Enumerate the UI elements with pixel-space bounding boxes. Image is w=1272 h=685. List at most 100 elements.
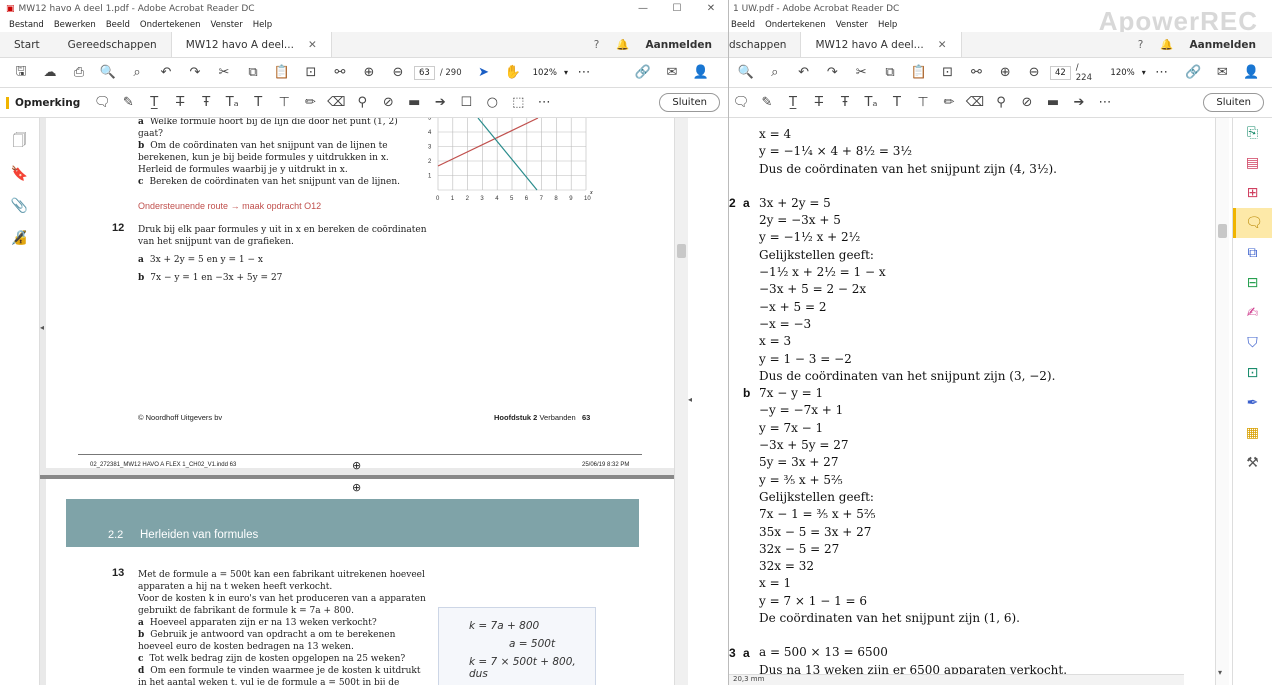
send-signature-icon[interactable]: ✒ <box>1233 388 1272 418</box>
maximize-icon[interactable]: ☐ <box>660 3 694 14</box>
signin-button[interactable]: Aanmelden <box>636 32 728 57</box>
menu-help[interactable]: Help <box>253 20 272 30</box>
zoom-dropdown-right[interactable]: 120% <box>1106 68 1138 78</box>
binoculars-icon[interactable]: ⚯ <box>327 61 353 85</box>
menu-beeld[interactable]: Beeld <box>106 20 130 30</box>
fill-sign-icon[interactable]: ✍ <box>1233 298 1272 328</box>
strikethrough-icon[interactable]: T̶ <box>168 92 192 114</box>
undo-icon-right[interactable]: ↶ <box>791 61 817 85</box>
scan-ocr-icon[interactable]: ⊡ <box>1233 358 1272 388</box>
page-down-icon-right[interactable]: ⊖ <box>1021 61 1047 85</box>
oval-icon[interactable]: ○ <box>480 92 504 114</box>
replace-text-icon-right[interactable]: Ŧ <box>833 92 857 114</box>
tab-tools[interactable]: Gereedschappen <box>54 32 171 57</box>
clipboard-icon-right[interactable]: 📋 <box>906 61 932 85</box>
find-doc-icon[interactable]: ⌕ <box>124 61 150 85</box>
more-comment-icon-right[interactable]: ⋯ <box>1093 92 1117 114</box>
left-scroll-thumb[interactable] <box>677 244 686 258</box>
close-comment-button-right[interactable]: Sluiten <box>1203 93 1264 112</box>
line-icon-right[interactable]: ▬ <box>1041 92 1065 114</box>
underline-text-icon-right[interactable]: T̲ <box>781 92 805 114</box>
snapshot-icon-right[interactable]: ⊡ <box>935 61 961 85</box>
tab-document-right[interactable]: MW12 havo A deel... ✕ <box>800 32 962 57</box>
print-icon[interactable]: ⎙ <box>66 61 92 85</box>
binoculars-icon-right[interactable]: ⚯ <box>964 61 990 85</box>
cut-icon[interactable]: ✂ <box>211 61 237 85</box>
edit-pdf-icon[interactable]: ⊟ <box>1233 268 1272 298</box>
help-icon[interactable]: ? <box>584 32 610 57</box>
snapshot-icon[interactable]: ⊡ <box>298 61 324 85</box>
menu-venster-right[interactable]: Venster <box>836 20 868 30</box>
chevron-down-icon-right[interactable]: ▾ <box>1142 68 1146 77</box>
create-pdf-icon[interactable]: ⊞ <box>1233 178 1272 208</box>
comment-tool-icon[interactable]: 🗨 <box>1233 208 1272 238</box>
select-cursor-icon[interactable]: ➤ <box>471 61 497 85</box>
arrow-icon-right[interactable]: ➔ <box>1067 92 1091 114</box>
hand-icon[interactable]: ✋ <box>500 61 526 85</box>
organize-pages-icon[interactable]: ▤ <box>1233 148 1272 178</box>
replace-text-icon[interactable]: Ŧ <box>194 92 218 114</box>
menu-beeld-right[interactable]: Beeld <box>731 20 755 30</box>
save-icon[interactable]: 🖫 <box>8 61 34 85</box>
menu-ondertekenen-right[interactable]: Ondertekenen <box>765 20 826 30</box>
page-down-icon[interactable]: ⊖ <box>385 61 411 85</box>
sticky-note-icon-right[interactable]: 🗨 <box>729 92 753 114</box>
page-number-input[interactable]: 63 <box>414 65 435 80</box>
page-up-icon[interactable]: ⊕ <box>356 61 382 85</box>
close-window-icon[interactable]: ✕ <box>694 3 728 14</box>
attach-icon[interactable]: ⊘ <box>376 92 400 114</box>
add-user-icon-right[interactable]: 👤 <box>1238 61 1264 85</box>
more-icon-right[interactable]: ⋯ <box>1149 61 1175 85</box>
eraser-icon-right[interactable]: ⌫ <box>963 92 987 114</box>
pencil-icon[interactable]: ✏ <box>298 92 322 114</box>
search-icon[interactable]: 🔍 <box>95 61 121 85</box>
prev-page-arrow-icon[interactable]: ◂ <box>40 323 54 332</box>
highlight-icon-right[interactable]: ✎ <box>755 92 779 114</box>
help-icon-right[interactable]: ? <box>1128 32 1154 57</box>
page-number-input-right[interactable]: 42 <box>1049 65 1071 80</box>
share-link-icon-right[interactable]: 🔗 <box>1181 61 1207 85</box>
right-document-area[interactable]: x = 4 y = −1¼ × 4 + 8½ = 3½ Dus de coörd… <box>729 118 1228 685</box>
pencil-icon-right[interactable]: ✏ <box>937 92 961 114</box>
right-vertical-scrollbar[interactable]: ▾ <box>1215 118 1229 685</box>
left-document-area[interactable]: a Welke formule hoort bij de lijn die doo… <box>40 118 674 685</box>
email-icon[interactable]: ✉ <box>659 61 685 85</box>
line-icon[interactable]: ▬ <box>402 92 426 114</box>
shapes-icon[interactable]: ⬚ <box>506 92 530 114</box>
sticky-note-icon[interactable]: 🗨 <box>90 92 114 114</box>
page-up-icon-right[interactable]: ⊕ <box>992 61 1018 85</box>
email-icon-right[interactable]: ✉ <box>1209 61 1235 85</box>
combine-files-icon[interactable]: ⧉ <box>1233 238 1272 268</box>
menu-help-right[interactable]: Help <box>878 20 897 30</box>
bell-icon-right[interactable]: 🔔 <box>1154 32 1180 57</box>
protect-icon[interactable]: ⛉ <box>1233 328 1272 358</box>
attachment-icon[interactable]: 📎 <box>0 190 39 222</box>
insert-text-icon-right[interactable]: Tₐ <box>859 92 883 114</box>
text-icon[interactable]: T <box>246 92 270 114</box>
redo-icon[interactable]: ↷ <box>182 61 208 85</box>
tab-document[interactable]: MW12 havo A deel... ✕ <box>170 32 332 57</box>
copy-icon-right[interactable]: ⧉ <box>877 61 903 85</box>
menu-bestand[interactable]: Bestand <box>9 20 44 30</box>
right-scroll-thumb[interactable] <box>1218 224 1227 238</box>
zoom-dropdown[interactable]: 102% <box>529 68 561 78</box>
rectangle-icon[interactable]: ☐ <box>454 92 478 114</box>
stamp-icon-right[interactable]: ⚲ <box>989 92 1013 114</box>
menu-bewerken[interactable]: Bewerken <box>54 20 96 30</box>
upload-icon[interactable]: ☁ <box>37 61 63 85</box>
bell-icon[interactable]: 🔔 <box>610 32 636 57</box>
chevron-down-icon[interactable]: ▾ <box>564 68 568 77</box>
menu-ondertekenen[interactable]: Ondertekenen <box>140 20 201 30</box>
highlight-icon[interactable]: ✎ <box>116 92 140 114</box>
add-user-icon[interactable]: 👤 <box>688 61 714 85</box>
attach-icon-right[interactable]: ⊘ <box>1015 92 1039 114</box>
support-route-link[interactable]: Ondersteunende route → maak opdracht O12 <box>138 201 321 211</box>
strikethrough-icon-right[interactable]: T̶ <box>807 92 831 114</box>
insert-text-icon[interactable]: Tₐ <box>220 92 244 114</box>
stamp-icon[interactable]: ⚲ <box>350 92 374 114</box>
tab-start[interactable]: Start <box>0 32 54 57</box>
close-comment-button[interactable]: Sluiten <box>659 93 720 112</box>
redo-icon-right[interactable]: ↷ <box>819 61 845 85</box>
more-comment-icon[interactable]: ⋯ <box>532 92 556 114</box>
more-icon[interactable]: ⋯ <box>571 61 597 85</box>
